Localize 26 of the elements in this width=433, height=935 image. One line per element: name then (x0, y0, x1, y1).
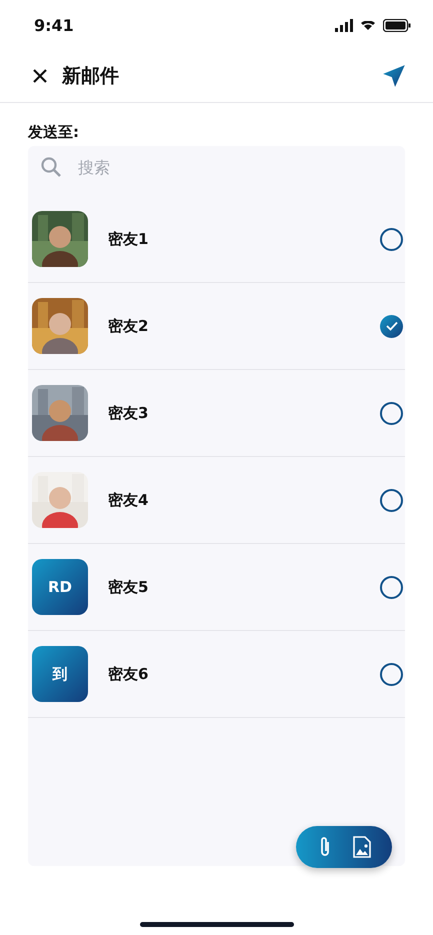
send-button[interactable] (381, 63, 407, 89)
image-button[interactable] (353, 836, 372, 858)
select-radio[interactable] (380, 402, 403, 424)
contact-name: 密友1 (108, 230, 150, 248)
select-radio[interactable] (380, 488, 403, 512)
contact-name: 密友2 (108, 316, 150, 336)
contact-name: 密友4 (108, 490, 150, 510)
page-title: 新邮件 (62, 64, 120, 89)
contact-name: 密友6 (108, 664, 150, 684)
status-time: 9:41 (34, 16, 74, 34)
battery-icon (383, 18, 411, 32)
signal-icon (335, 18, 353, 32)
recipient-label: 发送至: (28, 123, 80, 142)
select-radio[interactable] (380, 314, 403, 338)
search-field[interactable]: 搜索 (76, 156, 393, 178)
search-icon (40, 156, 62, 178)
select-radio[interactable] (380, 576, 403, 598)
select-radio[interactable] (380, 228, 403, 250)
check-icon (386, 321, 398, 331)
avatar-initials: RD (32, 559, 88, 615)
contact-name: 密友3 (108, 404, 150, 422)
contact-name: 密友5 (108, 578, 150, 596)
close-button[interactable] (32, 68, 48, 84)
avatar-initials: 到 (32, 646, 88, 702)
select-radio[interactable] (380, 662, 403, 686)
wifi-icon (361, 20, 375, 30)
